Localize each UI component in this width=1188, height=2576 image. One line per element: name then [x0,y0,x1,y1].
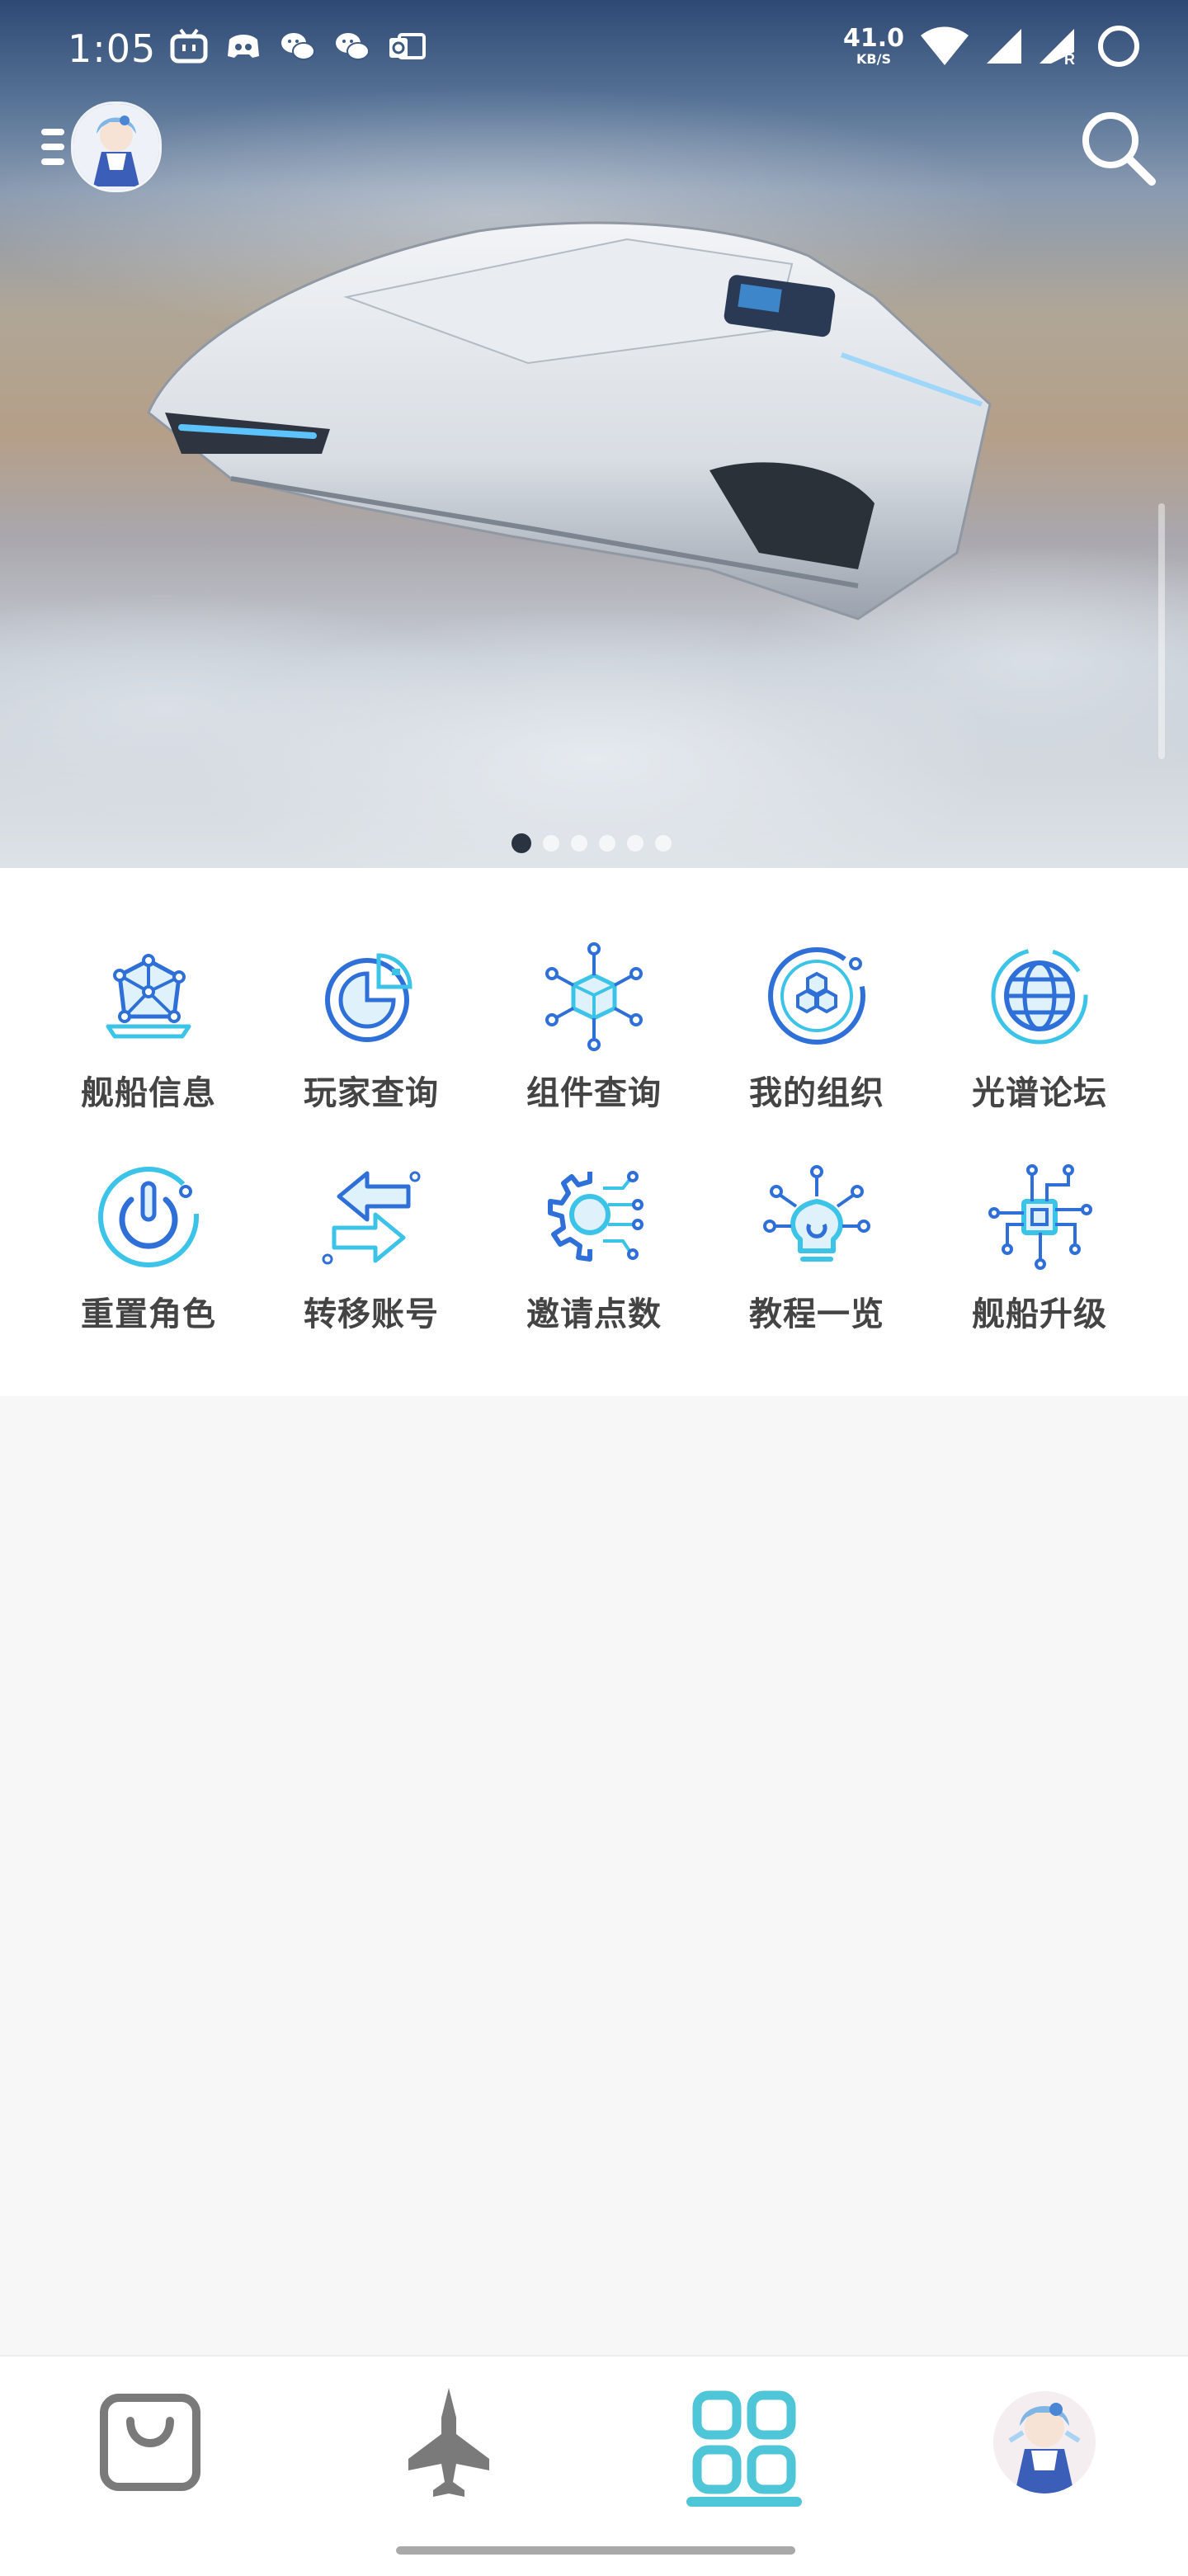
signal-icon [987,29,1021,64]
search-icon [1082,112,1156,186]
feature-grid: 舰船信息 玩家查询 组件查询 我的组织 光谱论坛 重置角色 转移账号 邀请点数 … [0,868,1188,1396]
component-query-icon [545,942,643,1051]
feature-my-organization[interactable]: 我的组织 [705,934,928,1155]
pagination-dot[interactable] [599,835,615,852]
bilibili-icon [170,28,208,66]
wifi-icon [921,26,969,65]
feature-label: 舰船升级 [972,1295,1107,1333]
spectrum-forum-icon [991,947,1088,1045]
discord-icon [224,28,262,66]
my-organization-icon [768,947,865,1045]
feature-label: 玩家查询 [304,1074,439,1112]
battery-ring-icon [1098,26,1139,67]
status-bar: 1:05 41.0 KB/S R [0,0,1188,99]
signal-roaming-icon: R [1040,29,1075,65]
pagination-dot[interactable] [512,833,531,853]
feature-reset-character[interactable]: 重置角色 [37,1155,260,1376]
roaming-mark: R [1064,51,1075,65]
invite-points-icon [548,1171,644,1262]
shop-bag-icon [100,2394,200,2491]
nav-shop[interactable] [92,2385,208,2500]
feature-label: 重置角色 [81,1295,216,1333]
status-app-icons [170,28,426,66]
pagination-dot[interactable] [571,835,587,852]
feature-label: 教程一览 [749,1295,884,1333]
nav-ship[interactable] [391,2385,507,2500]
feature-label: 邀请点数 [526,1295,662,1333]
pagination-dot[interactable] [543,835,559,852]
spaceship-illustration [147,221,992,620]
player-query-icon [325,953,412,1042]
home-indicator[interactable] [396,2546,795,2555]
drawer-toggle[interactable] [41,101,165,193]
outlook-icon [388,28,426,66]
ship-icon [408,2388,489,2497]
feature-label: 舰船信息 [81,1074,216,1112]
profile-avatar [993,2391,1096,2493]
wechat-icon [333,28,371,66]
bottom-navigation [0,2355,1188,2576]
transfer-account-icon [322,1171,421,1265]
feature-ship-info[interactable]: 舰船信息 [37,934,260,1155]
wechat-icon [279,28,317,66]
active-tab-indicator [686,2497,802,2507]
hero-banner[interactable]: 1:05 41.0 KB/S R [0,0,1188,868]
pagination-dot[interactable] [655,835,672,852]
tutorial-list-icon [763,1165,870,1262]
nav-apps[interactable] [686,2385,802,2500]
menu-icon [41,120,64,173]
feature-spectrum-forum[interactable]: 光谱论坛 [928,934,1151,1155]
feature-label: 组件查询 [526,1074,662,1112]
feature-transfer-account[interactable]: 转移账号 [260,1155,483,1376]
pagination-dot[interactable] [627,835,644,852]
network-speed-unit: KB/S [856,51,891,67]
feature-component-query[interactable]: 组件查询 [483,934,705,1155]
feature-label: 光谱论坛 [972,1074,1107,1112]
search-button[interactable] [1076,106,1160,190]
feature-tutorial-list[interactable]: 教程一览 [705,1155,928,1376]
apps-grid-icon [692,2390,796,2494]
feature-ship-upgrade[interactable]: 舰船升级 [928,1155,1151,1376]
feature-label: 我的组织 [749,1074,884,1112]
banner-pagination[interactable] [512,833,672,853]
feature-invite-points[interactable]: 邀请点数 [483,1155,705,1376]
network-speed: 41.0 KB/S [843,26,904,66]
banner-edge-highlight [1158,503,1165,759]
status-indicators: 41.0 KB/S R [843,23,1142,69]
reset-character-icon [98,1167,199,1267]
status-time: 1:05 [68,26,157,71]
network-speed-value: 41.0 [842,24,904,53]
nav-profile[interactable] [987,2385,1102,2500]
feature-label: 转移账号 [304,1295,439,1333]
ship-info-icon [106,954,191,1039]
user-avatar[interactable] [71,101,162,192]
ship-upgrade-icon [988,1164,1092,1270]
feature-player-query[interactable]: 玩家查询 [260,934,483,1155]
